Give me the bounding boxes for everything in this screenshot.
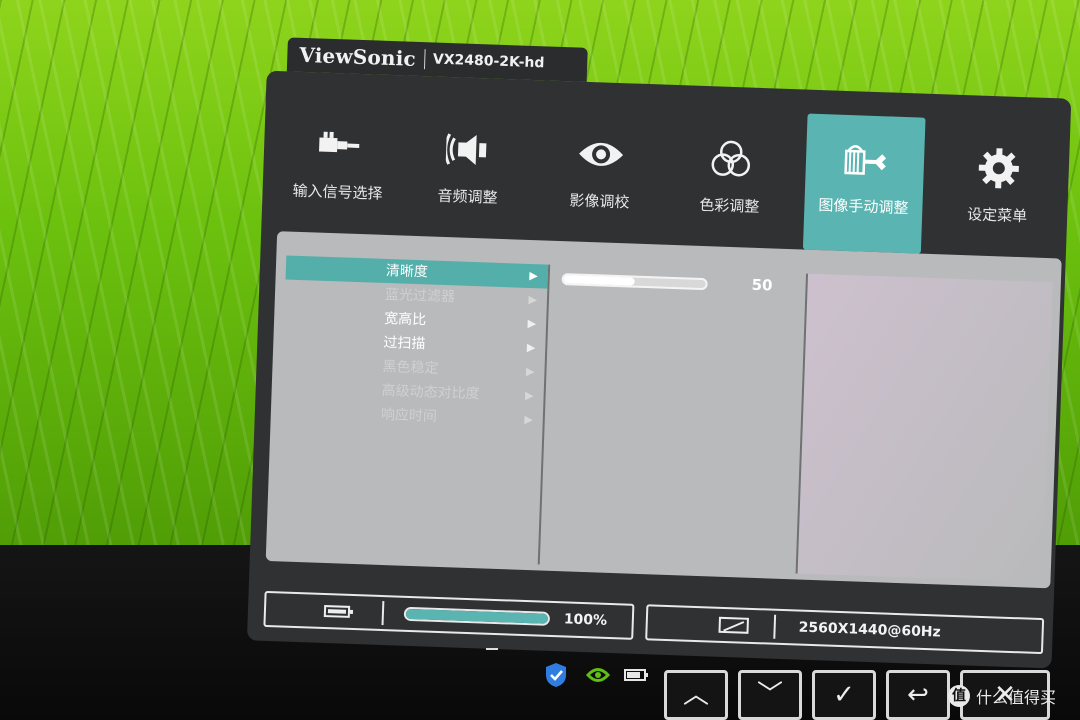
status-bar: 100% 2560X1440@60Hz <box>263 590 1049 658</box>
manual-image-icon <box>844 145 887 175</box>
value-column: 50 <box>542 265 792 573</box>
tab-color[interactable]: 色彩调整 <box>673 113 787 247</box>
tab-label: 设定菜单 <box>966 205 1028 226</box>
ok-button[interactable]: ✓ <box>812 670 876 720</box>
arrow-right-icon: ▶ <box>525 364 535 379</box>
brand-name: ViewSonic <box>298 42 417 71</box>
arrow-right-icon: ▶ <box>527 316 537 331</box>
tab-audio[interactable]: 音频调整 <box>411 104 525 238</box>
menu-item-label: 蓝光过滤器 <box>384 286 456 306</box>
arrow-right-icon: ▶ <box>524 388 534 403</box>
power-indicator <box>486 642 498 650</box>
battery-tray-icon <box>624 669 648 681</box>
shield-icon <box>546 663 566 687</box>
nvidia-icon <box>585 668 611 682</box>
tab-label: 输入信号选择 <box>292 181 383 203</box>
divider <box>423 49 426 70</box>
gear-icon <box>978 148 1019 189</box>
sharpness-slider[interactable] <box>561 273 708 291</box>
color-circles-icon <box>711 140 751 177</box>
tab-input-select[interactable]: 输入信号选择 <box>281 99 395 233</box>
battery-icon <box>323 605 351 618</box>
aspect-ratio-icon <box>718 616 749 634</box>
tab-label: 音频调整 <box>437 186 498 207</box>
down-button[interactable]: ﹀ <box>738 670 802 720</box>
back-button[interactable]: ↩ <box>886 670 950 720</box>
detail-column <box>795 273 1053 583</box>
osd-menu: ViewSonic VX2480-2K-hd 输入信号选择 音频调整 影像调校 … <box>227 36 1078 675</box>
arrow-right-icon: ▶ <box>529 268 539 283</box>
menu-item-label: 响应时间 <box>380 406 438 425</box>
watermark-text: 什么值得买 <box>976 688 1057 707</box>
tab-manual-image-adjust[interactable]: 图像手动调整 <box>802 113 926 254</box>
tab-label: 影像调校 <box>569 191 630 212</box>
arrow-right-icon: ▶ <box>524 412 534 427</box>
tab-settings[interactable]: 设定菜单 <box>941 122 1055 256</box>
eye-icon <box>579 142 624 166</box>
menu-item-label: 清晰度 <box>385 262 429 281</box>
sharpness-value: 50 <box>751 275 773 295</box>
osd-panel: 输入信号选择 音频调整 影像调校 色彩调整 图像手动调整 设定菜单 清晰度 ▶ … <box>246 70 1072 669</box>
submenu-content: 清晰度 ▶ 蓝光过滤器 ▶ 宽高比 ▶ 过扫描 ▶ 黑色稳定 ▶ 高级动态对比度… <box>265 231 1062 589</box>
tab-label: 色彩调整 <box>699 195 760 216</box>
menu-item-label: 宽高比 <box>383 310 427 329</box>
volume-fill <box>405 608 549 624</box>
slider-fill <box>563 275 635 286</box>
menu-item-label: 高级动态对比度 <box>381 382 480 403</box>
input-icon <box>319 131 360 153</box>
menu-item-label: 黑色稳定 <box>382 358 439 377</box>
watermark-logo: 值 <box>948 685 970 707</box>
tab-image-calibration[interactable]: 影像调校 <box>543 109 657 243</box>
submenu-list: 清晰度 ▶ 蓝光过滤器 ▶ 宽高比 ▶ 过扫描 ▶ 黑色稳定 ▶ 高级动态对比度… <box>275 255 551 565</box>
up-button[interactable]: ︿ <box>664 670 728 720</box>
arrow-right-icon: ▶ <box>526 340 536 355</box>
watermark: 值 什么值得买 <box>948 684 1056 708</box>
menu-item-label: 过扫描 <box>383 334 426 353</box>
arrow-right-icon: ▶ <box>528 292 538 307</box>
model-name: VX2480-2K-hd <box>432 51 545 72</box>
tab-label: 图像手动调整 <box>818 196 909 218</box>
speaker-icon <box>445 133 487 166</box>
volume-percent: 100% <box>563 611 608 629</box>
